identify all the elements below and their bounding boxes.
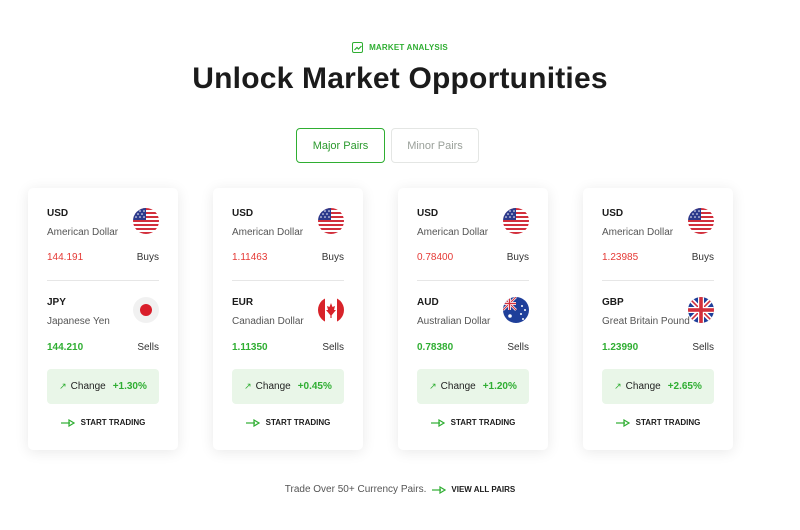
side-label: Buys (321, 252, 344, 263)
change-box: ↗ Change +0.45% (232, 369, 344, 404)
sell-price: 1.23990 (602, 342, 639, 353)
buy-price: 1.11463 (232, 252, 268, 263)
sell-price: 144.210 (47, 342, 84, 353)
us-flag-icon (133, 208, 159, 234)
change-label: Change (255, 381, 291, 392)
arrow-right-icon (615, 418, 630, 427)
start-trading-link[interactable]: START TRADING (583, 418, 733, 427)
base-currency: USD American Dollar (417, 208, 529, 238)
base-price-row: 144.191 Buys (47, 252, 159, 263)
change-box: ↗ Change +2.65% (602, 369, 714, 404)
side-label: Sells (692, 342, 714, 353)
currency-pair-card: USD American Dollar 1.11463 Buys EUR Can… (213, 188, 363, 450)
change-box: ↗ Change +1.20% (417, 369, 529, 404)
quote-price-row: 1.11350 Sells (232, 342, 344, 353)
jp-flag-icon (133, 297, 159, 323)
currency-pair-card: USD American Dollar 144.191 Buys JPY Jap… (28, 188, 178, 450)
arrow-up-right-icon: ↗ (614, 381, 622, 391)
page-title: Unlock Market Opportunities (192, 62, 608, 95)
arrow-right-icon (60, 418, 75, 427)
change-value: +0.45% (297, 381, 332, 392)
ca-flag-icon (318, 297, 344, 323)
quote-price-row: 144.210 Sells (47, 342, 159, 353)
eyebrow-label: MARKET ANALYSIS (369, 43, 448, 52)
base-currency: USD American Dollar (602, 208, 714, 238)
quote-price-row: 1.23990 Sells (602, 342, 714, 353)
quote-currency: AUD Australian Dollar (417, 297, 529, 327)
change-box: ↗ Change +1.30% (47, 369, 159, 404)
us-flag-icon (688, 208, 714, 234)
change-value: +2.65% (667, 381, 702, 392)
quote-price-row: 0.78380 Sells (417, 342, 529, 353)
arrow-up-right-icon: ↗ (244, 381, 252, 391)
currency-pair-card: USD American Dollar 0.78400 Buys AUD Aus… (398, 188, 548, 450)
start-trading-link[interactable]: START TRADING (28, 418, 178, 427)
footer-cta: Trade Over 50+ Currency Pairs. VIEW ALL … (0, 484, 800, 495)
quote-currency: EUR Canadian Dollar (232, 297, 344, 327)
chart-trend-icon (352, 42, 364, 53)
side-label: Sells (507, 342, 529, 353)
side-label: Buys (506, 252, 529, 263)
arrow-right-icon (432, 485, 447, 494)
sell-price: 1.11350 (232, 342, 268, 353)
start-trading-label: START TRADING (635, 418, 701, 427)
footer-text: Trade Over 50+ Currency Pairs. (284, 484, 427, 495)
arrow-right-icon (430, 418, 445, 427)
change-label: Change (70, 381, 106, 392)
quote-currency: GBP Great Britain Pound (602, 297, 714, 327)
side-label: Buys (691, 252, 714, 263)
change-value: +1.20% (482, 381, 517, 392)
divider (602, 280, 714, 281)
tab-minor-pairs[interactable]: Minor Pairs (391, 128, 479, 163)
us-flag-icon (503, 208, 529, 234)
arrow-up-right-icon: ↗ (429, 381, 437, 391)
buy-price: 144.191 (47, 252, 84, 263)
change-value: +1.30% (112, 381, 147, 392)
side-label: Sells (137, 342, 159, 353)
side-label: Sells (322, 342, 344, 353)
base-currency: USD American Dollar (47, 208, 159, 238)
base-price-row: 1.11463 Buys (232, 252, 344, 263)
view-all-pairs-link[interactable]: VIEW ALL PAIRS (432, 485, 515, 494)
quote-currency: JPY Japanese Yen (47, 297, 159, 327)
start-trading-link[interactable]: START TRADING (213, 418, 363, 427)
base-currency: USD American Dollar (232, 208, 344, 238)
us-flag-icon (318, 208, 344, 234)
tab-major-pairs[interactable]: Major Pairs (296, 128, 385, 163)
section-eyebrow: MARKET ANALYSIS (0, 42, 800, 53)
arrow-up-right-icon: ↗ (59, 381, 67, 391)
base-price-row: 1.23985 Buys (602, 252, 714, 263)
buy-price: 0.78400 (417, 252, 454, 263)
base-price-row: 0.78400 Buys (417, 252, 529, 263)
au-flag-icon (503, 297, 529, 323)
side-label: Buys (136, 252, 159, 263)
change-label: Change (625, 381, 661, 392)
divider (47, 280, 159, 281)
gb-flag-icon (688, 297, 714, 323)
arrow-right-icon (245, 418, 260, 427)
start-trading-label: START TRADING (265, 418, 331, 427)
divider (417, 280, 529, 281)
currency-cards: USD American Dollar 144.191 Buys JPY Jap… (28, 188, 733, 450)
divider (232, 280, 344, 281)
view-all-pairs-label: VIEW ALL PAIRS (451, 485, 516, 494)
start-trading-label: START TRADING (450, 418, 516, 427)
buy-price: 1.23985 (602, 252, 639, 263)
start-trading-label: START TRADING (80, 418, 146, 427)
pair-tabs: Major Pairs Minor Pairs (296, 128, 479, 163)
currency-pair-card: USD American Dollar 1.23985 Buys GBP Gre… (583, 188, 733, 450)
sell-price: 0.78380 (417, 342, 454, 353)
start-trading-link[interactable]: START TRADING (398, 418, 548, 427)
change-label: Change (440, 381, 476, 392)
